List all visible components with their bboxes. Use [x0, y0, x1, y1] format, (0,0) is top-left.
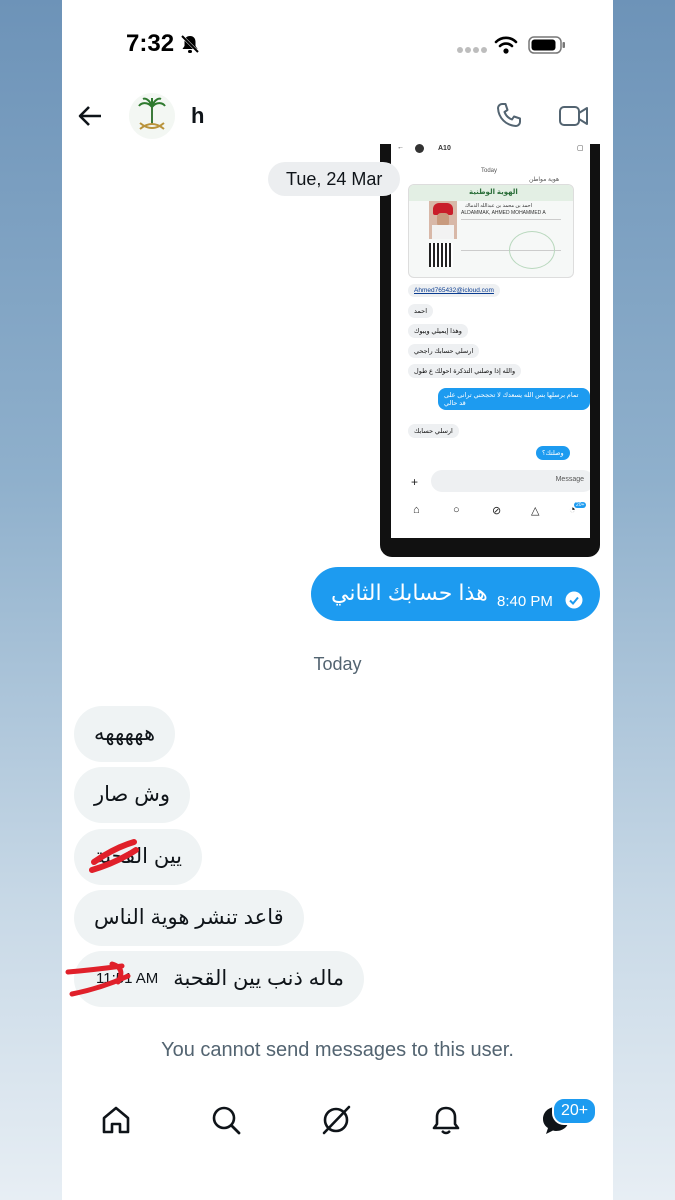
id-card-watermark [509, 231, 555, 269]
search-icon[interactable] [206, 1100, 246, 1140]
messages-badge: 20+ [552, 1097, 598, 1125]
attachment-day-label: Today [481, 168, 498, 174]
attachment-badge: 20+ [574, 502, 587, 508]
attachment-video-icon: ▢ [577, 145, 584, 152]
attachment-grok-icon: ⊘ [492, 505, 502, 517]
incoming-message[interactable]: قاعد تنشر هوية الناس [74, 890, 304, 946]
message-time: 8:40 PM [497, 593, 553, 610]
attachment-message-input: Message [431, 470, 590, 492]
attachment-message: ارسلي حسابك راجحي [408, 344, 480, 358]
date-separator: Tue, 24 Mar [268, 162, 401, 196]
attachment-topbar: ← A10 ▢ [391, 144, 590, 156]
attachment-message: وهذا إيميلي ويبوك [408, 324, 468, 338]
id-card-photo [429, 201, 457, 239]
phone-screen: 7:32 h ← A10 ▢ Today هوية مواطن الهوية ا… [62, 0, 613, 1200]
incoming-message[interactable]: يين القحبة [74, 829, 203, 885]
attachment-message: Ahmed765432@icloud.com [408, 284, 500, 297]
attachment-home-icon: ⌂ [413, 504, 420, 516]
incoming-message[interactable]: ماله ذنب يين القحبة 11:51 AM [74, 951, 364, 1007]
battery-icon [528, 36, 565, 54]
attachment-plus-icon: + [411, 475, 419, 489]
sent-check-icon [565, 591, 583, 609]
video-call-icon[interactable] [558, 103, 590, 129]
incoming-message[interactable]: وش صار [74, 767, 190, 823]
image-attachment[interactable]: ← A10 ▢ Today هوية مواطن الهوية الوطنية … [380, 144, 600, 557]
attachment-message: والله إذا وصلني التذكرة احولك ع طول [408, 364, 522, 378]
attachment-back-icon: ← [397, 144, 404, 151]
attachment-avatar [415, 144, 424, 153]
id-card-image: الهوية الوطنية احمد بن محمد بن عبدالله ا… [408, 184, 574, 278]
attachment-bell-icon: △ [531, 505, 540, 517]
outgoing-message[interactable]: هذا حسابك الثاني 8:40 PM [311, 567, 600, 621]
palm-swords-emblem-icon [138, 97, 166, 130]
back-arrow-icon[interactable] [76, 103, 104, 129]
grok-icon[interactable] [316, 1100, 356, 1140]
message-text: هذا حسابك الثاني [331, 580, 488, 605]
attachment-message: ارسلي حسابك [408, 424, 459, 438]
today-separator: Today [313, 654, 362, 674]
cannot-message-notice: You cannot send messages to this user. [161, 1039, 514, 1061]
bell-off-icon [180, 34, 200, 54]
contact-avatar[interactable] [129, 93, 175, 139]
notifications-icon[interactable] [426, 1100, 466, 1140]
message-time: 11:51 AM [96, 970, 159, 987]
wifi-icon [494, 36, 518, 54]
phone-call-icon[interactable] [495, 101, 523, 129]
home-icon[interactable] [96, 1100, 136, 1140]
id-card-name-en: ALDAMMAK, AHMED MOHAMMED A [461, 210, 546, 216]
attachment-message-out: تمام برسلها بس الله يسعدك لا تحجحني تران… [438, 388, 590, 410]
signal-icon [457, 47, 487, 53]
id-card-name-ar: احمد بن محمد بن عبدالله الدماك [465, 203, 532, 209]
id-card-qr [429, 243, 453, 267]
contact-name[interactable]: h [191, 103, 204, 129]
attachment-contact: A10 [438, 145, 451, 152]
incoming-message[interactable]: هههههه [74, 706, 176, 762]
id-card-title: الهوية الوطنية [469, 189, 518, 196]
attachment-card-header: هوية مواطن [529, 177, 560, 183]
attachment-screenshot: ← A10 ▢ Today هوية مواطن الهوية الوطنية … [391, 144, 590, 538]
status-time: 7:32 [126, 30, 175, 57]
attachment-search-icon: ○ [453, 504, 460, 516]
attachment-message: احمد [408, 304, 433, 318]
attachment-message-out: وصلتك؟ [536, 446, 570, 460]
